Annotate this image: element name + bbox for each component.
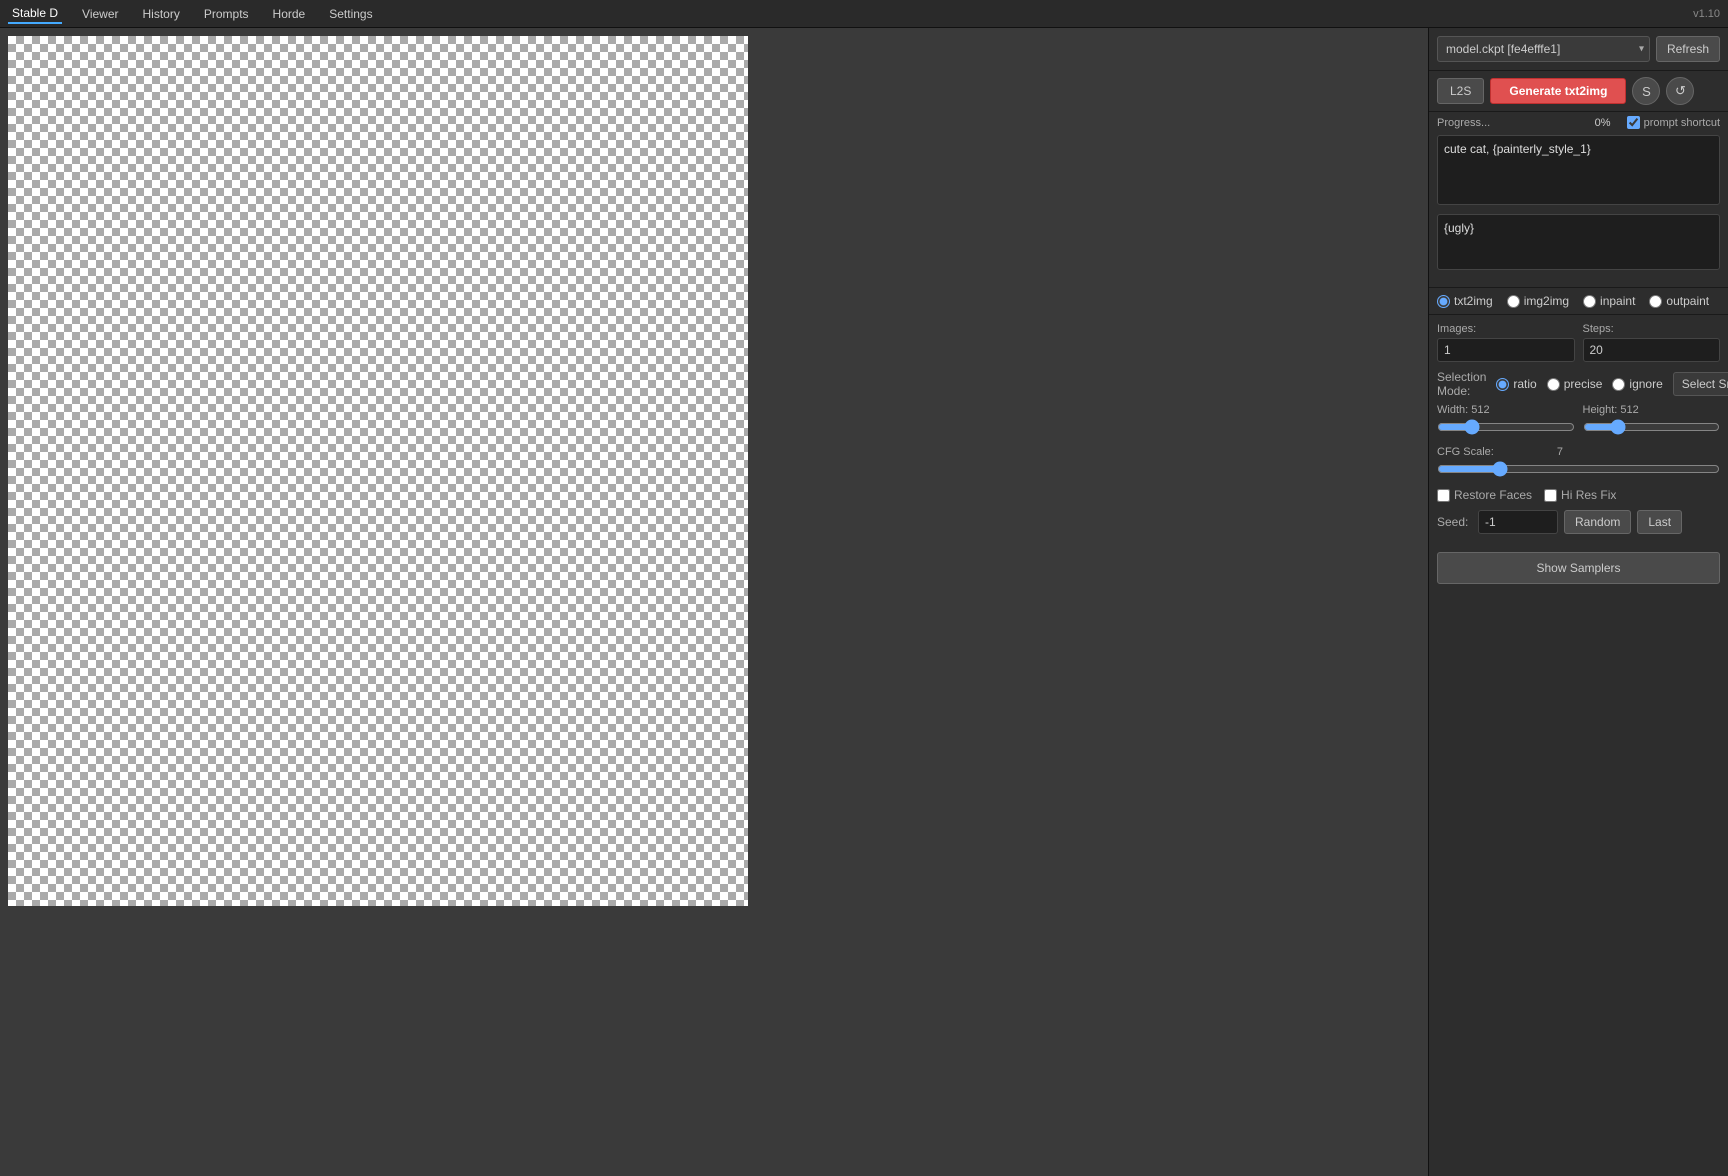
menu-bar: Stable D Viewer History Prompts Horde Se…: [0, 0, 1728, 28]
restore-faces-checkbox[interactable]: [1437, 489, 1450, 502]
height-slider[interactable]: [1583, 419, 1721, 435]
model-select-wrapper: model.ckpt [fe4efffe1]: [1437, 36, 1650, 62]
mode-outpaint-label: outpaint: [1666, 294, 1709, 308]
negative-prompt-textarea[interactable]: [1437, 214, 1720, 270]
hi-res-fix-checkbox[interactable]: [1544, 489, 1557, 502]
prompt-shortcut-label[interactable]: prompt shortcut: [1627, 116, 1720, 129]
steps-label: Steps:: [1583, 323, 1721, 335]
selection-precise-label: precise: [1564, 377, 1603, 391]
mode-txt2img[interactable]: txt2img: [1437, 294, 1493, 308]
action-row: L2S Generate txt2img S ↺: [1429, 71, 1728, 112]
right-panel: model.ckpt [fe4efffe1] Refresh L2S Gener…: [1428, 28, 1728, 1176]
selection-mode-row: Selection Mode: ratio precise ignore Sel…: [1437, 370, 1720, 398]
menu-item-settings[interactable]: Settings: [325, 5, 376, 23]
progress-label: Progress...: [1437, 117, 1490, 129]
menu-item-viewer[interactable]: Viewer: [78, 5, 122, 23]
smart-preset-select[interactable]: Select Smart Preset Square Portrait Land…: [1673, 372, 1728, 396]
images-label: Images:: [1437, 323, 1575, 335]
menu-item-horde[interactable]: Horde: [269, 5, 310, 23]
width-field: Width: 512: [1437, 404, 1575, 438]
canvas[interactable]: [8, 36, 748, 906]
mode-txt2img-label: txt2img: [1454, 294, 1493, 308]
model-select[interactable]: model.ckpt [fe4efffe1]: [1437, 36, 1650, 62]
restore-faces-text: Restore Faces: [1454, 488, 1532, 502]
selection-ignore-label: ignore: [1629, 377, 1662, 391]
selection-ratio[interactable]: ratio: [1496, 377, 1536, 391]
progress-value: 0%: [1595, 117, 1611, 129]
menu-item-prompts[interactable]: Prompts: [200, 5, 253, 23]
seed-label: Seed:: [1437, 515, 1472, 529]
settings-section: Images: Steps: Selection Mode: ratio pre…: [1429, 314, 1728, 552]
checkbox-row: Restore Faces Hi Res Fix: [1437, 488, 1720, 502]
model-row: model.ckpt [fe4efffe1] Refresh: [1429, 28, 1728, 71]
mode-outpaint[interactable]: outpaint: [1649, 294, 1709, 308]
prompt-shortcut-text: prompt shortcut: [1644, 117, 1720, 129]
height-field: Height: 512: [1583, 404, 1721, 438]
steps-input[interactable]: [1583, 338, 1721, 362]
cfg-scale-slider[interactable]: [1437, 461, 1720, 477]
menu-item-stable-d[interactable]: Stable D: [8, 4, 62, 24]
menu-item-history[interactable]: History: [139, 5, 184, 23]
cfg-scale-label: CFG Scale: 7: [1437, 446, 1720, 458]
refresh-button[interactable]: Refresh: [1656, 36, 1720, 62]
images-field: Images:: [1437, 323, 1575, 362]
images-input[interactable]: [1437, 338, 1575, 362]
mode-img2img[interactable]: img2img: [1507, 294, 1569, 308]
images-steps-row: Images: Steps:: [1437, 323, 1720, 362]
s-icon-button[interactable]: S: [1632, 77, 1660, 105]
height-label: Height: 512: [1583, 404, 1721, 416]
selection-ratio-label: ratio: [1513, 377, 1536, 391]
mode-inpaint-label: inpaint: [1600, 294, 1635, 308]
mode-inpaint[interactable]: inpaint: [1583, 294, 1635, 308]
prompt-shortcut-checkbox[interactable]: [1627, 116, 1640, 129]
hi-res-fix-text: Hi Res Fix: [1561, 488, 1616, 502]
seed-row: Seed: Random Last: [1437, 510, 1720, 534]
restore-faces-label[interactable]: Restore Faces: [1437, 488, 1532, 502]
width-label: Width: 512: [1437, 404, 1575, 416]
loop-icon-button[interactable]: ↺: [1666, 77, 1694, 105]
show-samplers-button[interactable]: Show Samplers: [1437, 552, 1720, 584]
hi-res-fix-label[interactable]: Hi Res Fix: [1544, 488, 1616, 502]
width-value: 512: [1471, 404, 1489, 416]
selection-precise[interactable]: precise: [1547, 377, 1603, 391]
dimensions-row: Width: 512 Height: 512: [1437, 404, 1720, 438]
height-value: 512: [1620, 404, 1638, 416]
mode-img2img-label: img2img: [1524, 294, 1569, 308]
random-button[interactable]: Random: [1564, 510, 1631, 534]
main-layout: model.ckpt [fe4efffe1] Refresh L2S Gener…: [0, 28, 1728, 1176]
selection-mode-label: Selection Mode:: [1437, 370, 1486, 398]
selection-ignore[interactable]: ignore: [1612, 377, 1662, 391]
width-slider[interactable]: [1437, 419, 1575, 435]
prompt-section: [1429, 135, 1728, 287]
positive-prompt-textarea[interactable]: [1437, 135, 1720, 205]
version-label: v1.10: [1693, 8, 1720, 20]
seed-input[interactable]: [1478, 510, 1558, 534]
l2s-button[interactable]: L2S: [1437, 78, 1484, 104]
canvas-area: [0, 28, 1428, 1176]
cfg-scale-value: 7: [1557, 446, 1563, 458]
mode-row: txt2img img2img inpaint outpaint: [1429, 287, 1728, 314]
generate-button[interactable]: Generate txt2img: [1490, 78, 1626, 104]
last-button[interactable]: Last: [1637, 510, 1682, 534]
progress-row: Progress... 0% prompt shortcut: [1429, 112, 1728, 135]
smart-preset-wrapper: Select Smart Preset Square Portrait Land…: [1673, 372, 1728, 396]
cfg-scale-field: CFG Scale: 7: [1437, 446, 1720, 480]
steps-field: Steps:: [1583, 323, 1721, 362]
